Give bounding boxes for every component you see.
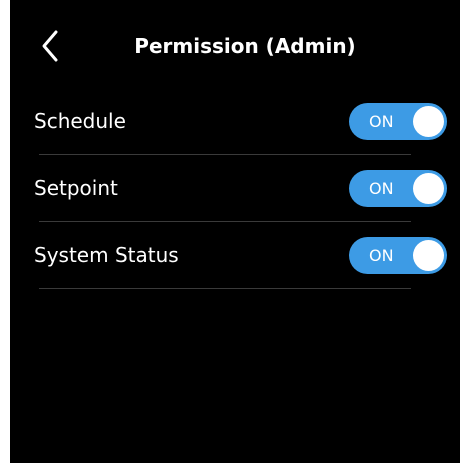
row-divider	[39, 288, 411, 289]
toggle-state-label: ON	[369, 179, 394, 198]
permission-list: Schedule ON Setpoint ON System Status ON	[10, 88, 460, 289]
schedule-toggle[interactable]: ON	[349, 103, 447, 140]
permission-label: Schedule	[34, 109, 126, 133]
permission-row-schedule: Schedule ON	[10, 88, 460, 155]
toggle-state-label: ON	[369, 246, 394, 265]
permission-row-system-status: System Status ON	[10, 222, 460, 289]
toggle-knob	[413, 106, 444, 137]
setpoint-toggle[interactable]: ON	[349, 170, 447, 207]
toggle-state-label: ON	[369, 112, 394, 131]
toggle-knob	[413, 240, 444, 271]
permission-row-setpoint: Setpoint ON	[10, 155, 460, 222]
toggle-knob	[413, 173, 444, 204]
permission-label: Setpoint	[34, 176, 118, 200]
page-title: Permission (Admin)	[134, 34, 356, 58]
system-status-toggle[interactable]: ON	[349, 237, 447, 274]
back-button[interactable]	[36, 28, 68, 64]
header: Permission (Admin)	[10, 0, 460, 92]
permission-screen: Permission (Admin) Schedule ON Setpoint …	[10, 0, 460, 463]
permission-label: System Status	[34, 243, 179, 267]
chevron-left-icon	[42, 30, 58, 62]
